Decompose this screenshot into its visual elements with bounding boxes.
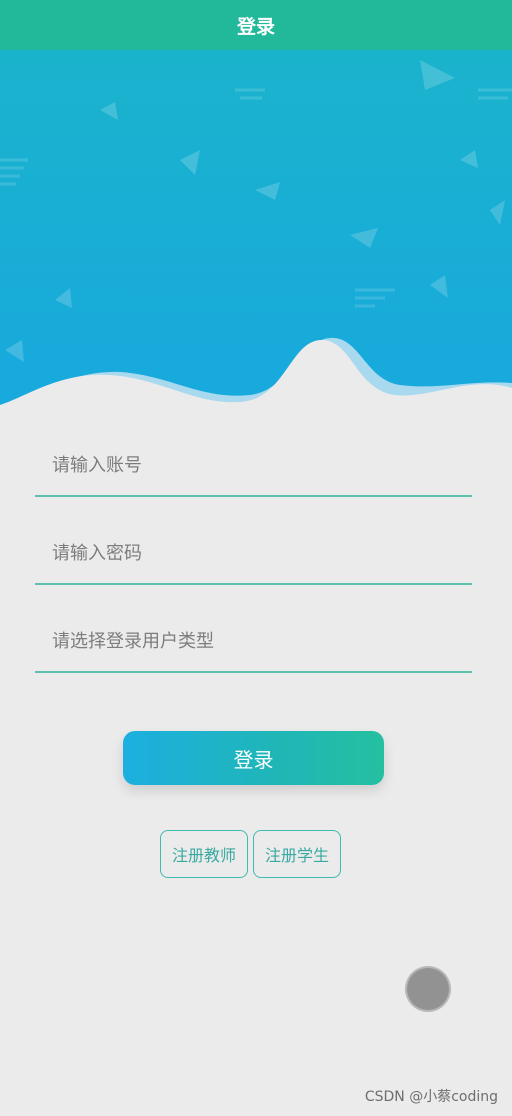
register-student-button[interactable]: 注册学生 — [253, 830, 341, 878]
password-field[interactable]: 请输入密码 — [35, 497, 472, 585]
login-form: 请输入账号 请输入密码 请选择登录用户类型 — [35, 440, 472, 673]
floating-circle-icon[interactable] — [407, 968, 449, 1010]
watermark: CSDN @小蔡coding — [364, 1089, 498, 1105]
account-placeholder: 请输入账号 — [52, 455, 142, 476]
hero-banner — [0, 50, 512, 430]
nav-bar: 登录 — [0, 0, 512, 50]
wave-illustration — [0, 50, 512, 430]
page-title: 登录 — [236, 15, 275, 38]
account-field[interactable]: 请输入账号 — [35, 440, 472, 497]
password-placeholder: 请输入密码 — [52, 543, 142, 564]
user-type-select[interactable]: 请选择登录用户类型 — [35, 585, 472, 673]
register-buttons: 注册教师 注册学生 — [160, 830, 341, 878]
user-type-placeholder: 请选择登录用户类型 — [52, 631, 214, 652]
login-button[interactable]: 登录 — [123, 731, 384, 785]
register-teacher-button[interactable]: 注册教师 — [160, 830, 248, 878]
